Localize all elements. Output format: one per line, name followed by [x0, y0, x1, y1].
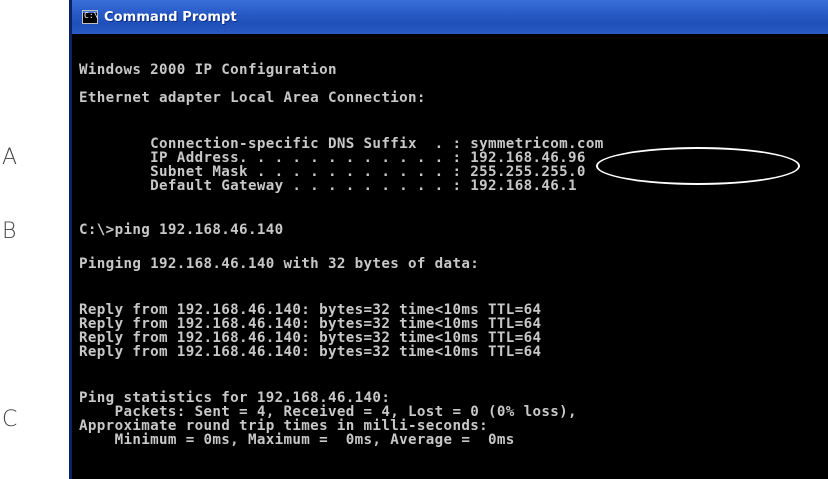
console-line-reply: Reply from 192.168.46.140: bytes=32 time…: [79, 344, 542, 360]
window-title: Command Prompt: [104, 9, 237, 25]
console-line-pinging: Pinging 192.168.46.140 with 32 bytes of …: [79, 256, 480, 272]
console-line-default-gateway: Default Gateway . . . . . . . . . : 192.…: [79, 178, 577, 194]
console-window-icon[interactable]: C:\: [82, 10, 98, 24]
console-line-ping-command: C:\>ping 192.168.46.140: [79, 222, 284, 238]
console-line-adapter-name: Ethernet adapter Local Area Connection:: [79, 90, 426, 106]
command-prompt-window[interactable]: C:\ Command Prompt Windows 2000 IP Confi…: [69, 0, 828, 479]
console-icon-glyph: C:\: [84, 11, 99, 20]
annotation-label-c: C: [2, 407, 18, 432]
window-titlebar[interactable]: C:\ Command Prompt: [72, 0, 828, 34]
annotation-label-b: B: [2, 219, 17, 244]
annotation-label-a: A: [2, 145, 18, 170]
console-line-round-trip-times: Minimum = 0ms, Maximum = 0ms, Average = …: [79, 432, 515, 448]
console-output[interactable]: Windows 2000 IP Configuration Ethernet a…: [79, 56, 828, 479]
console-line-ipconfig-header: Windows 2000 IP Configuration: [79, 62, 337, 78]
